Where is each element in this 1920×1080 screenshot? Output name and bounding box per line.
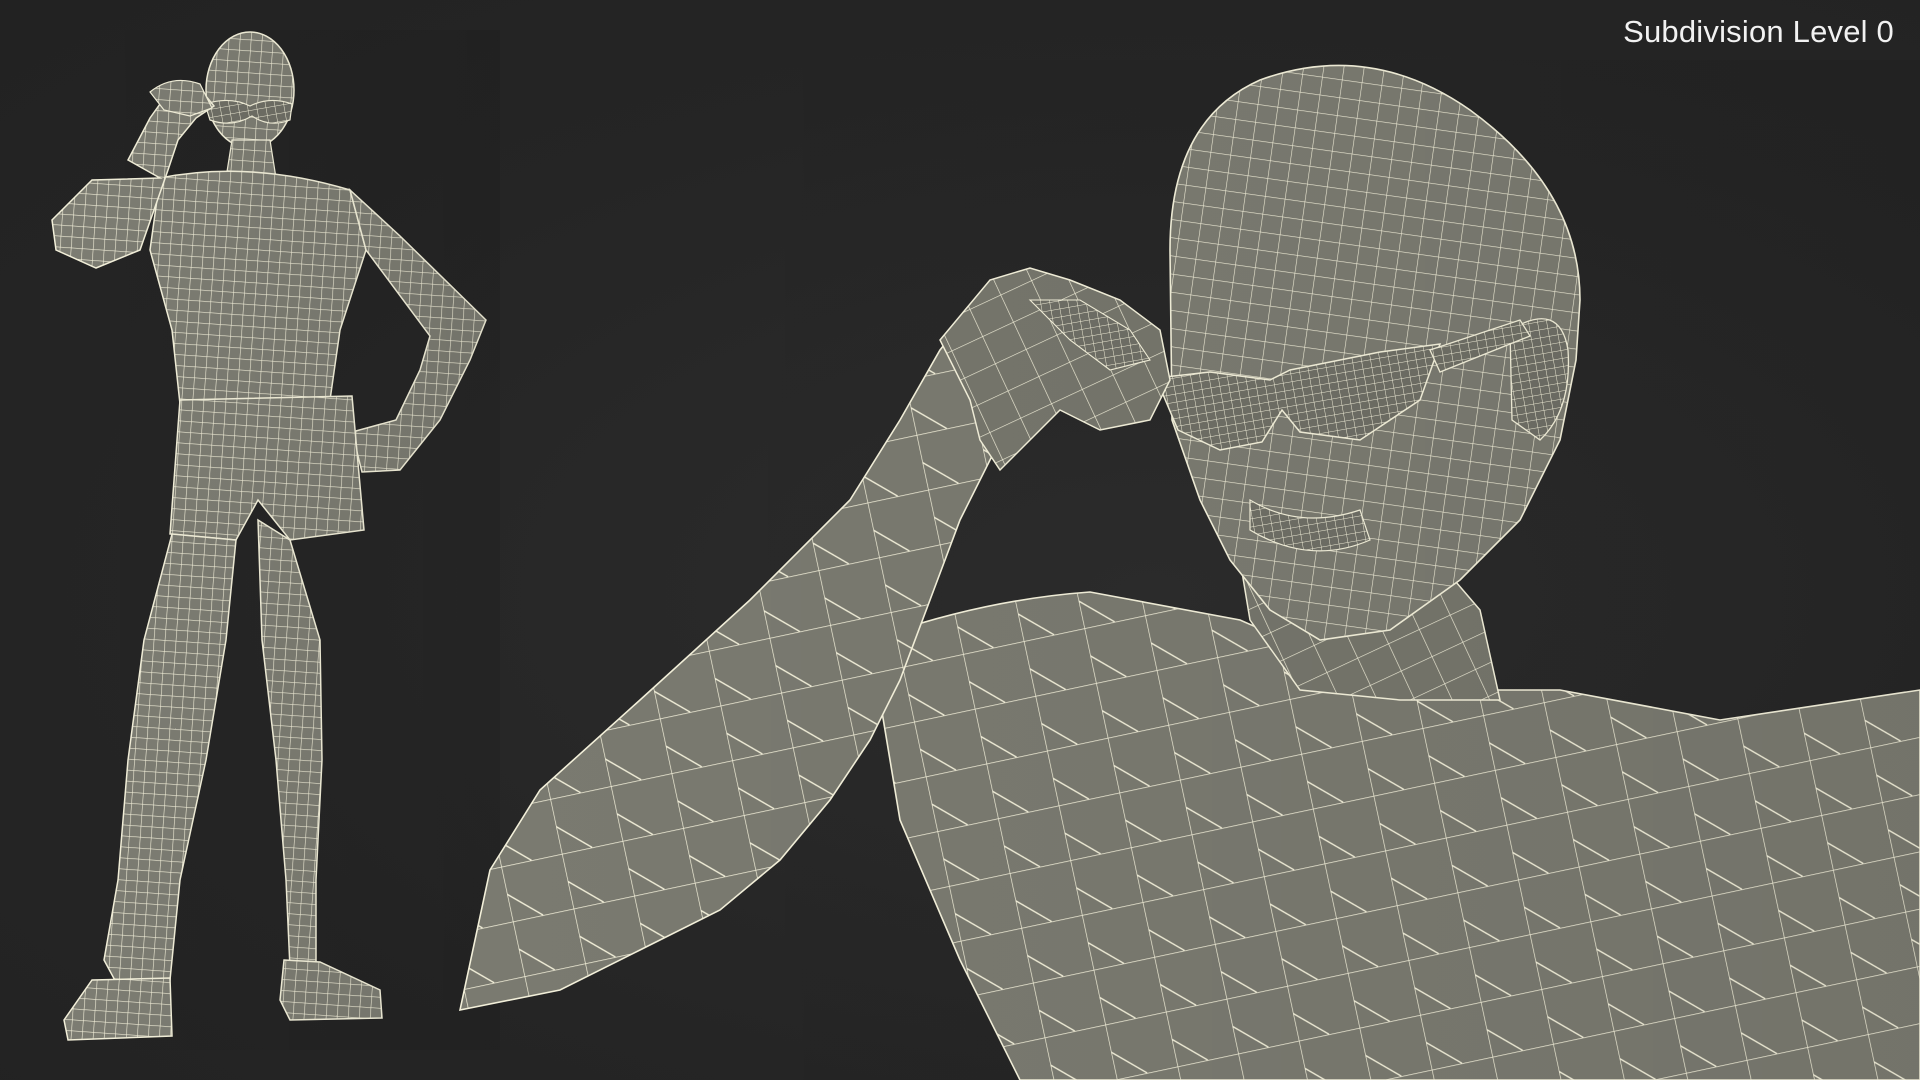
wireframe-render [40, 30, 1920, 1080]
full-body-figure [40, 30, 500, 1050]
viewport: Subdivision Level 0 [0, 0, 1920, 1080]
closeup-figure [440, 60, 1920, 1080]
subdivision-level-label: Subdivision Level 0 [1623, 14, 1894, 49]
